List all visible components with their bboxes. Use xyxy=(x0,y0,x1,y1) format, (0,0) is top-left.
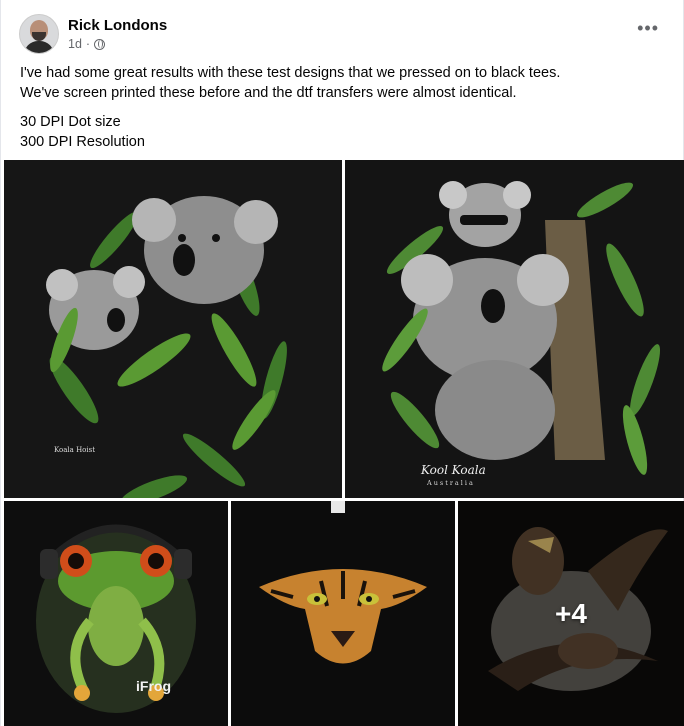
photo-eagles[interactable]: +4 xyxy=(458,501,684,726)
separator: · xyxy=(85,37,91,51)
photo-ifrog[interactable]: iFrog xyxy=(4,501,228,726)
photo-caption: Kool Koala xyxy=(420,463,486,477)
facebook-post: Rick Londons 1d · ••• I've had some grea… xyxy=(0,0,684,726)
photo-gallery: Koala Hoist Kool Koala Australia iFrog +… xyxy=(1,160,684,726)
photo-koala-joey-leaves[interactable]: Koala Hoist xyxy=(4,160,342,498)
post-text-line: I've had some great results with these t… xyxy=(20,65,561,81)
post-time[interactable]: 1d xyxy=(68,36,82,52)
post-text: I've had some great results with these t… xyxy=(20,63,660,152)
more-options-button[interactable]: ••• xyxy=(637,18,659,39)
photo-caption-sub: Australia xyxy=(426,479,475,487)
more-photos-count: +4 xyxy=(555,597,587,629)
post-header: Rick Londons 1d · xyxy=(19,12,167,56)
more-photos-overlay[interactable]: +4 xyxy=(458,501,684,726)
avatar[interactable] xyxy=(19,14,59,54)
photo-caption: Koala Hoist xyxy=(54,446,95,454)
post-text-line: 300 DPI Resolution xyxy=(20,134,145,150)
author-name[interactable]: Rick Londons xyxy=(68,16,167,36)
photo-koala-on-tree[interactable]: Kool Koala Australia xyxy=(345,160,684,498)
globe-icon xyxy=(94,38,106,50)
more-dots-icon: ••• xyxy=(637,18,659,38)
post-text-line: 30 DPI Dot size xyxy=(20,114,121,130)
photo-tiger-face[interactable] xyxy=(231,501,455,726)
photo-caption: iFrog xyxy=(136,678,171,694)
post-text-line: We've screen printed these before and th… xyxy=(20,85,517,101)
